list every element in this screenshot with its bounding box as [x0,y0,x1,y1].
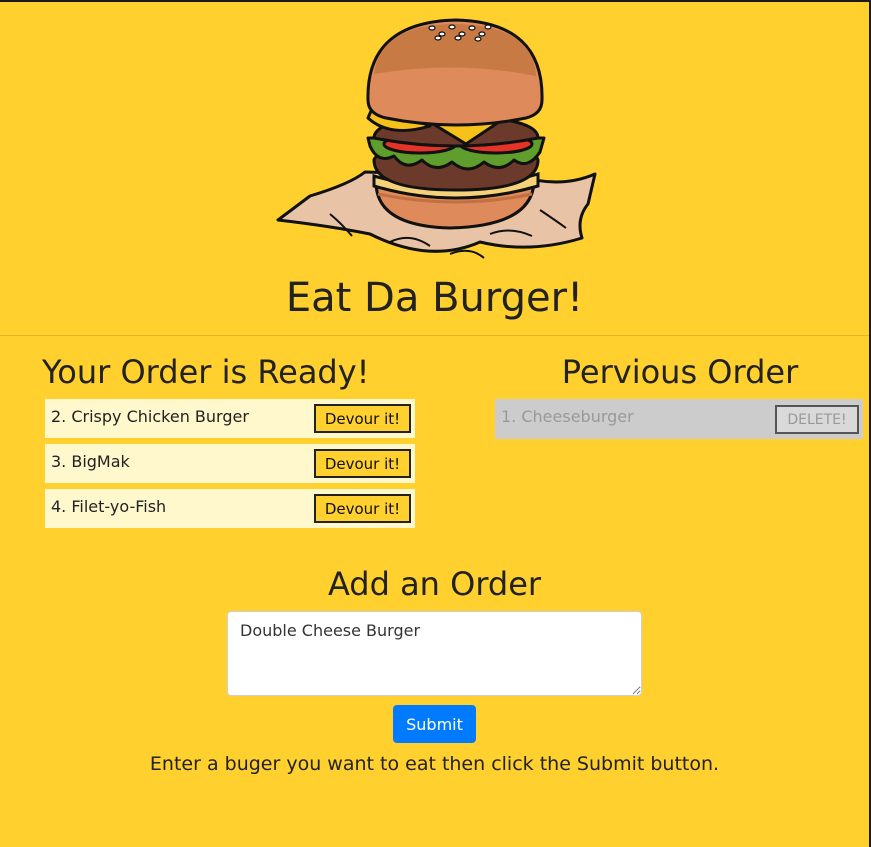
order-label: 3. BigMak [51,452,130,471]
burger-icon [276,18,597,259]
list-item: 4. Filet-yo-Fish Devour it! [45,489,415,528]
order-input[interactable]: Double Cheese Burger [227,611,642,696]
header-jumbotron: Eat Da Burger! [0,2,869,336]
page-title: Eat Da Burger! [285,275,584,321]
devour-button[interactable]: Devour it! [314,494,411,523]
list-item: 2. Crispy Chicken Burger Devour it! [45,399,415,438]
order-label: 2. Crispy Chicken Burger [51,407,249,426]
ready-order-list: 2. Crispy Chicken Burger Devour it! 3. B… [45,399,415,534]
delete-button[interactable]: DELETE! [775,405,859,434]
order-label: 1. Cheeseburger [501,407,634,426]
devour-button[interactable]: Devour it! [314,404,411,433]
instruction-text: Enter a buger you want to eat then click… [149,753,720,775]
add-order-title: Add an Order [327,565,542,603]
order-label: 4. Filet-yo-Fish [51,497,167,516]
previous-order-list: 1. Cheeseburger DELETE! [495,399,863,439]
previous-section-title: Pervious Order [561,353,799,391]
submit-button[interactable]: Submit [393,705,476,743]
list-item: 3. BigMak Devour it! [45,444,415,483]
devour-button[interactable]: Devour it! [314,449,411,478]
list-item: 1. Cheeseburger DELETE! [495,399,863,439]
ready-section-title: Your Order is Ready! [42,353,370,391]
